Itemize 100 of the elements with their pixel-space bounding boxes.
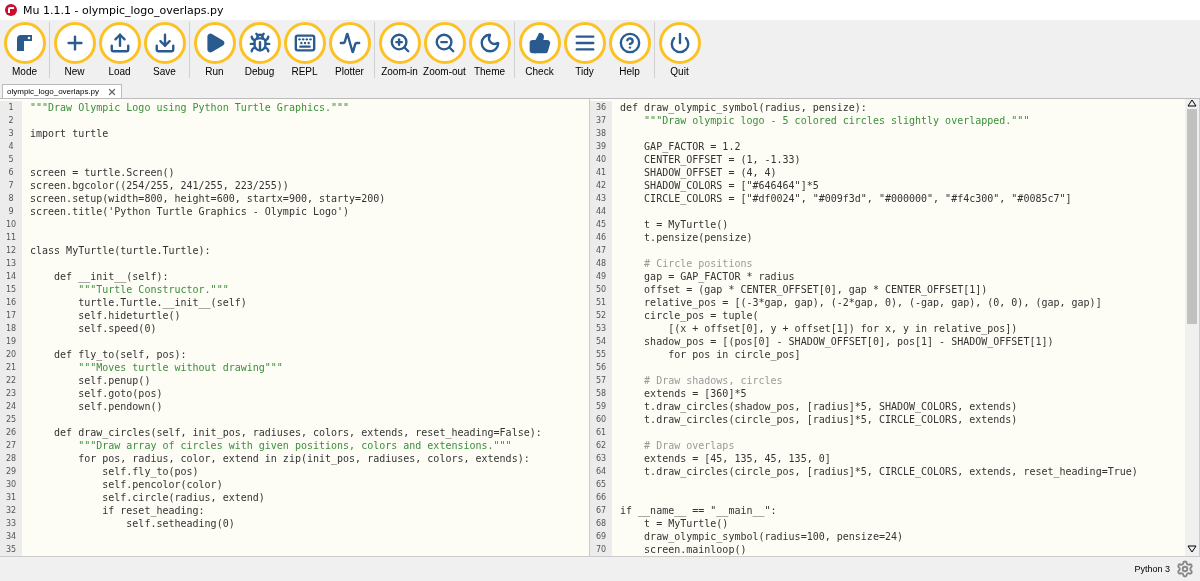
line-number: 70 [590, 543, 612, 556]
scroll-up-icon[interactable] [1187, 99, 1197, 107]
line-number: 65 [590, 478, 612, 491]
code-line: relative_pos = [(-3*gap, gap), (-2*gap, 0), (-gap, gap), (0, 0), (gap, gap)] [643, 297, 1102, 308]
line-number: 59 [590, 400, 612, 413]
line-number: 66 [590, 491, 612, 504]
line-number: 35 [0, 543, 22, 556]
line-number: 47 [590, 244, 612, 257]
line-number: 34 [0, 530, 22, 543]
scroll-down-icon[interactable] [1187, 545, 1197, 553]
line-number: 8 [0, 192, 22, 205]
code-line: def draw_olympic_symbol(radius, pensize): [620, 102, 867, 113]
line-number: 40 [590, 153, 612, 166]
line-number: 25 [0, 413, 22, 426]
line-number: 42 [590, 179, 612, 192]
code-line: [(x + offset[0], y + offset[1]) for x, y in relative_pos]) [667, 323, 1018, 334]
line-number: 67 [590, 504, 612, 517]
scrollbar-thumb[interactable] [1187, 109, 1197, 324]
code-line: t.draw_circles(shadow_pos, [radius]*5, SHADOW_COLORS, extends) [643, 401, 1018, 412]
code-line: screen.bgcolor((254/255, 241/255, 223/255)) [30, 180, 289, 191]
line-number: 29 [0, 465, 22, 478]
code-line: import turtle [30, 128, 109, 139]
code-line: """Moves turtle without drawing""" [77, 362, 283, 373]
code-line: extends = [360]*5 [643, 388, 747, 399]
code-line: self.fly_to(pos) [101, 466, 199, 477]
line-number: 50 [590, 283, 612, 296]
code-line: self.pendown() [77, 401, 163, 412]
line-number: 28 [0, 452, 22, 465]
code-line: self.pencolor(color) [101, 479, 223, 490]
code-line: def fly_to(self, pos): [53, 349, 187, 360]
code-line: class MyTurtle(turtle.Turtle): [30, 245, 211, 256]
line-number: 9 [0, 205, 22, 218]
close-icon[interactable] [107, 86, 118, 97]
line-number: 21 [0, 361, 22, 374]
code-line: def __init__(self): [53, 271, 169, 282]
code-line: draw_olympic_symbol(radius=100, pensize=24) [643, 531, 903, 542]
line-number: 18 [0, 322, 22, 335]
code-line: """Turtle Constructor.""" [77, 284, 229, 295]
code-line: self.speed(0) [77, 323, 157, 334]
code-line: if __name__ == "__main__": [620, 505, 777, 516]
code-line: shadow_pos = [(pos[0] - SHADOW_OFFSET[0], pos[1] - SHADOW_OFFSET[1]) [643, 336, 1054, 347]
window-title: Mu 1.1.1 - olympic_logo_overlaps.py [23, 3, 224, 17]
code-line: CENTER_OFFSET = (1, -1.33) [643, 154, 801, 165]
line-number: 22 [0, 374, 22, 387]
line-number: 60 [590, 413, 612, 426]
code-line: """Draw array of circles with given positions, colors and extensions.""" [77, 440, 512, 451]
line-number: 49 [590, 270, 612, 283]
code-line: screen = turtle.Screen() [30, 167, 175, 178]
code-line: turtle.Turtle.__init__(self) [77, 297, 247, 308]
line-number: 13 [0, 257, 22, 270]
line-number: 51 [590, 296, 612, 309]
line-number: 37 [590, 114, 612, 127]
line-number: 17 [0, 309, 22, 322]
line-number: 12 [0, 244, 22, 257]
code-line: self.goto(pos) [77, 388, 163, 399]
line-number: 64 [590, 465, 612, 478]
line-number: 4 [0, 140, 22, 153]
line-number: 2 [0, 114, 22, 127]
code-line: CIRCLE_COLORS = ["#df0024", "#009f3d", "#000000", "#f4c300", "#0085c7"] [643, 193, 1072, 204]
thumbs-up-icon [528, 32, 551, 54]
code-line: GAP_FACTOR = 1.2 [643, 141, 741, 152]
code-line: for pos, radius, color, extend in zip(init_pos, radiuses, colors, extends): [77, 453, 530, 464]
line-number: 31 [0, 491, 22, 504]
upload-icon [108, 32, 131, 54]
code-line: t = MyTurtle() [643, 219, 729, 230]
file-tab[interactable]: olympic_logo_overlaps.py [2, 84, 123, 98]
settings-icon[interactable] [1176, 560, 1194, 578]
line-number: 16 [0, 296, 22, 309]
line-number: 26 [0, 426, 22, 439]
moon-icon [478, 32, 501, 54]
zoom-in-icon [388, 32, 411, 54]
power-icon [668, 32, 691, 54]
code-line: SHADOW_OFFSET = (4, 4) [643, 167, 777, 178]
code-line: """Draw Olympic Logo using Python Turtle Graphics.""" [30, 102, 350, 113]
line-number: 48 [590, 257, 612, 270]
download-icon [153, 32, 176, 54]
line-number: 38 [590, 127, 612, 140]
line-number: 41 [590, 166, 612, 179]
line-number: 39 [590, 140, 612, 153]
line-number: 53 [590, 322, 612, 335]
code-line: screen.setup(width=800, height=600, startx=900, starty=200) [30, 193, 386, 204]
code-line: gap = GAP_FACTOR * radius [643, 271, 795, 282]
mode-label: Python 3 [1134, 564, 1170, 574]
code-line: extends = [45, 135, 45, 135, 0] [643, 453, 831, 464]
line-number: 24 [0, 400, 22, 413]
code-line: """Draw olympic logo - 5 colored circles slightly overlapped.""" [643, 115, 1030, 126]
line-number: 44 [590, 205, 612, 218]
line-number: 63 [590, 452, 612, 465]
code-line: circle_pos = tuple( [643, 310, 759, 321]
code-line: t.draw_circles(circle_pos, [radius]*5, CIRCLE_COLORS, extends, reset_heading=True) [643, 466, 1138, 477]
keyboard-icon [293, 32, 316, 54]
line-number: 45 [590, 218, 612, 231]
line-number: 57 [590, 374, 612, 387]
code-line: self.hideturtle() [77, 310, 181, 321]
code-line: t.draw_circles(circle_pos, [radius]*5, CIRCLE_COLORS, extends) [643, 414, 1018, 425]
line-number: 19 [0, 335, 22, 348]
code-line: def draw_circles(self, init_pos, radiuses, colors, extends, reset_heading=False): [53, 427, 542, 438]
code-line: # Draw overlaps [643, 440, 735, 451]
line-number: 6 [0, 166, 22, 179]
line-number: 14 [0, 270, 22, 283]
